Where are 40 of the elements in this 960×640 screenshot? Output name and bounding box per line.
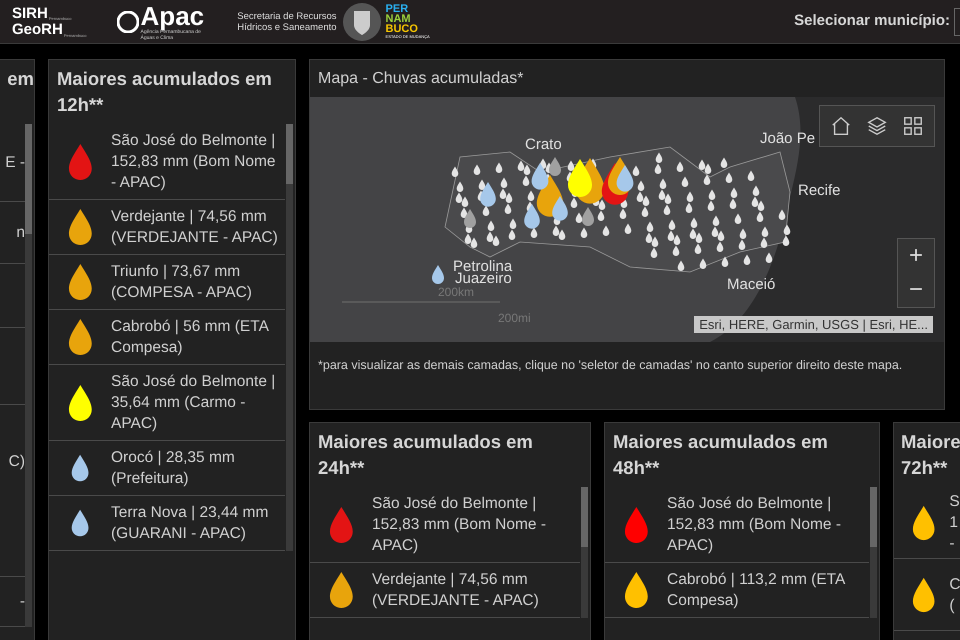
rainfall-entry: Verdejante | 74,56 mm (VERDEJANTE - APAC) — [111, 207, 279, 248]
rainfall-entry: Triunfo | 73,67 mm (COMPESA - APAC) — [111, 262, 253, 303]
rainfall-entry: S 1 - — [949, 492, 960, 554]
rainfall-entry: São José do Belmonte | 152,83 mm (Bom Nome - APAC) — [372, 494, 547, 556]
rainfall-entry: Orocó | 28,35 mm (Prefeitura) — [111, 448, 236, 489]
rainfall-entry: São José do Belmonte | 152,83 mm (Bom Nome - APAC) — [111, 131, 277, 193]
rainfall-entry: Cabrobó | 113,2 mm (ETA Compesa) — [667, 570, 846, 611]
map-label: João Pe — [760, 131, 816, 147]
panel-title: Maiore 72h** — [900, 430, 960, 480]
zoom-out-button[interactable]: − — [898, 273, 934, 307]
map-attribution: Esri, HERE, Garmin, USGS | Esri, HE... — [694, 316, 933, 333]
map-label: Maceió — [727, 277, 776, 293]
zoom-in-button[interactable]: + — [898, 239, 934, 273]
panel-title: Maiores acumulados em 12h** — [56, 67, 273, 117]
map-label: Crato — [525, 137, 562, 153]
rainfall-entry: Cabrobó | 56 mm (ETA Compesa) — [111, 317, 270, 358]
pernambuco-logo-text: BUCO — [386, 24, 419, 34]
rainfall-entry: São José do Belmonte | 35,64 mm (Carmo - APAC) — [111, 372, 276, 434]
panel-title: Maiores acumulados em 24h** — [317, 430, 534, 480]
panel-title: Maiores acumulados em 48h** — [612, 430, 829, 480]
rainfall-entry: C ( — [949, 574, 960, 616]
rainfall-entry: São José do Belmonte | 152,83 mm (Bom Nome - APAC) — [667, 494, 842, 556]
apac-logo-text: Apac — [140, 2, 206, 28]
panel-title: em — [6, 67, 34, 91]
map-footnote: *para visualizar as demais camadas, clique no 'seletor de camadas' no canto superior direito deste mapa. — [317, 357, 904, 374]
select-label: Selecionar município: — [794, 11, 950, 32]
rainfall-entry: E - — [5, 153, 25, 173]
map-title: Mapa - Chuvas acumuladas* — [317, 69, 524, 89]
sirh-logo-text: SIRH — [12, 6, 48, 20]
georh-logo-text: GeoRH — [12, 20, 63, 38]
pernambuco-logo-text: PER — [386, 4, 408, 14]
rainfall-entry: - — [20, 592, 25, 612]
rainfall-entry: n — [16, 223, 25, 243]
rainfall-entry: C) — [8, 452, 25, 472]
map-label: Juazeiro — [455, 271, 512, 287]
secretaria-text: Secretaria de Recursos Hídricos e Saneamento — [236, 10, 337, 32]
rainfall-entry: Terra Nova | 23,44 mm (GUARANI - APAC) — [111, 503, 270, 544]
pernambuco-logo-text: NAM — [386, 14, 411, 24]
rainfall-entry: Verdejante | 74,56 mm (VERDEJANTE - APAC) — [372, 570, 540, 611]
map-label: Recife — [798, 183, 841, 199]
